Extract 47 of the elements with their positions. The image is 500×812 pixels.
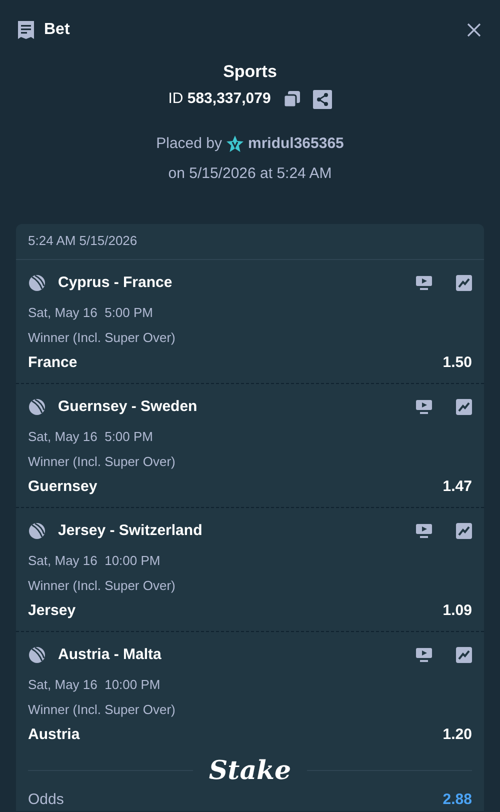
total-odds: 2.88	[442, 790, 472, 810]
odds-label: Odds	[28, 790, 64, 810]
selection: Austria	[28, 725, 80, 745]
live-stream-icon[interactable]	[416, 400, 432, 414]
bet-category: Sports	[223, 61, 277, 83]
live-stream-icon[interactable]	[416, 648, 432, 662]
selection: Guernsey	[28, 477, 98, 497]
leg-odds: 1.50	[442, 353, 472, 373]
selection: Jersey	[28, 601, 76, 621]
market-name: Winner (Incl. Super Over)	[28, 576, 176, 595]
receipt-icon	[16, 20, 36, 40]
stats-chart-icon[interactable]	[456, 274, 472, 291]
match-title: Austria - Malta	[58, 644, 162, 664]
market-name: Winner (Incl. Super Over)	[28, 452, 176, 471]
placed-date: on 5/15/2026 at 5:24 AM	[168, 164, 332, 184]
username-link[interactable]: mridul365365	[248, 132, 344, 155]
selection: France	[28, 353, 78, 373]
match-date: Sat, May 16 10:00 PM	[28, 676, 162, 694]
cricket-ball-icon	[28, 646, 46, 664]
close-icon	[466, 22, 482, 38]
placed-by-label: Placed by	[156, 134, 222, 154]
market-name: Winner (Incl. Super Over)	[28, 700, 176, 719]
slip-timestamp: 5:24 AM 5/15/2026	[28, 232, 138, 250]
vip-star-icon	[226, 134, 244, 153]
live-stream-icon[interactable]	[416, 276, 432, 290]
copy-icon[interactable]	[282, 90, 301, 108]
leg-odds: 1.47	[442, 477, 472, 497]
match-date: Sat, May 16 10:00 PM	[28, 552, 162, 570]
leg-odds: 1.09	[442, 601, 472, 621]
match-title: Jersey - Switzerland	[58, 520, 204, 540]
match-date: Sat, May 16 5:00 PM	[28, 304, 154, 322]
live-stream-icon[interactable]	[416, 524, 432, 538]
share-icon[interactable]	[312, 90, 332, 109]
leg-odds: 1.20	[442, 725, 472, 745]
match-date: Sat, May 16 5:00 PM	[28, 428, 154, 446]
stats-chart-icon[interactable]	[456, 522, 472, 539]
cricket-ball-icon	[28, 398, 46, 416]
stats-chart-icon[interactable]	[456, 646, 472, 663]
stats-chart-icon[interactable]	[456, 398, 472, 415]
match-title: Guernsey - Sweden	[58, 396, 198, 416]
dialog-title: Bet	[44, 20, 70, 40]
match-title: Cyprus - France	[58, 272, 174, 292]
brand-logo: Stake	[208, 758, 292, 784]
cricket-ball-icon	[28, 522, 46, 540]
cricket-ball-icon	[28, 274, 46, 292]
market-name: Winner (Incl. Super Over)	[28, 328, 176, 347]
bet-id: ID 583,337,079	[168, 89, 271, 109]
